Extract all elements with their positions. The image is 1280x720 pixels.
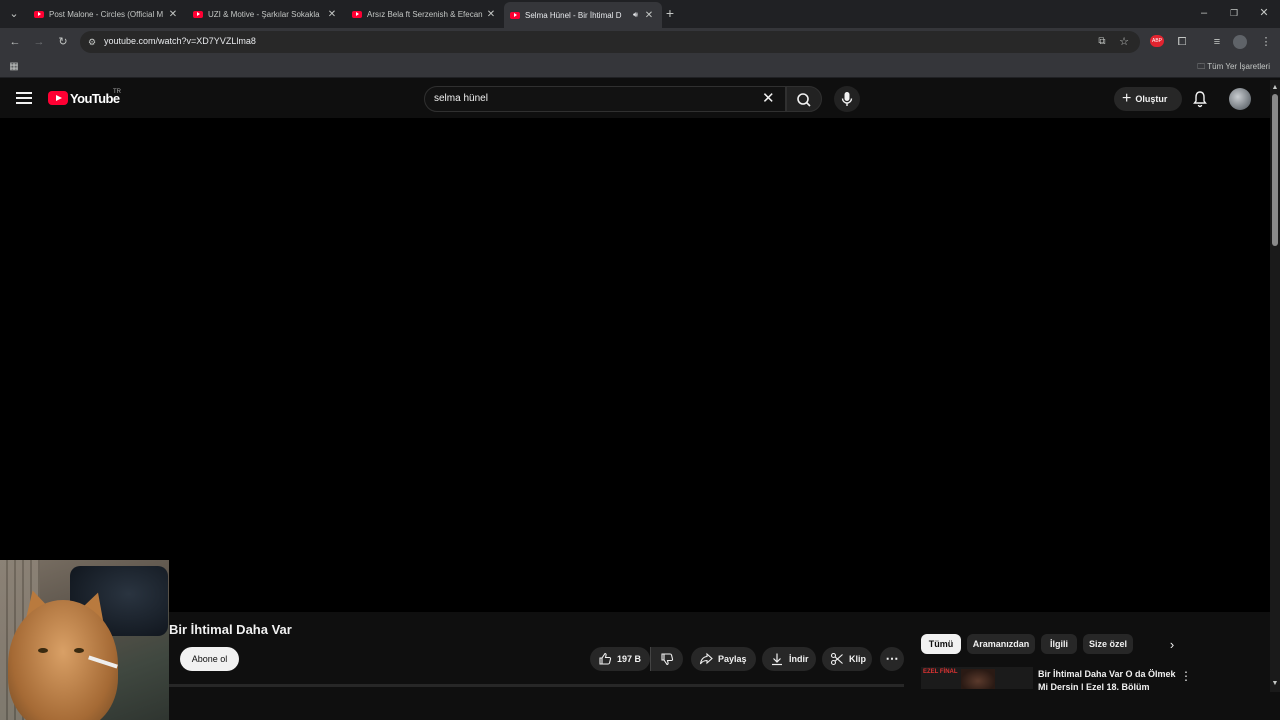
close-tab-icon[interactable]: ✕ — [166, 9, 180, 20]
back-icon[interactable]: ← — [7, 34, 23, 50]
chip-for-you[interactable]: Size özel — [1083, 634, 1133, 654]
video-title: Bir İhtimal Daha Var — [169, 622, 292, 637]
download-button[interactable]: İndir — [762, 647, 816, 671]
tab-search-icon[interactable]: ⌄ — [6, 6, 22, 22]
bookmark-star-icon[interactable]: ☆ — [1116, 34, 1132, 50]
microphone-icon — [841, 92, 853, 106]
plus-icon: + — [1122, 90, 1132, 107]
recommended-video-menu-icon[interactable]: ⋮ — [1180, 669, 1192, 683]
create-button[interactable]: + Oluştur — [1114, 87, 1182, 111]
dislike-button[interactable] — [650, 647, 683, 671]
search-button[interactable] — [786, 86, 822, 112]
create-label: Oluştur — [1135, 94, 1168, 104]
clip-button[interactable]: Klip — [822, 647, 872, 671]
voice-search-button[interactable] — [834, 86, 860, 112]
site-info-icon[interactable]: ⚙︎ — [84, 34, 100, 50]
all-bookmarks-label: Tüm Yer İşaretleri — [1207, 62, 1270, 71]
share-arrow-icon — [699, 652, 713, 665]
subscribe-button[interactable]: Abone ol — [180, 647, 239, 671]
close-tab-icon[interactable]: ✕ — [642, 10, 656, 21]
scrollbar-thumb[interactable] — [1272, 94, 1278, 246]
search-icon — [797, 93, 811, 107]
tab-title: UZI & Motive - Şarkılar Sokakla — [208, 9, 320, 19]
thumbs-down-icon — [661, 653, 674, 666]
like-count: 197 B — [617, 654, 642, 664]
bookmarks-bar — [0, 56, 1280, 78]
youtube-favicon-icon — [352, 10, 362, 18]
tab-title: Post Malone - Circles (Official M — [49, 9, 164, 19]
scroll-up-arrow-icon[interactable]: ▲ — [1270, 80, 1280, 96]
more-actions-icon[interactable]: ⋯ — [880, 647, 904, 671]
extensions-icon[interactable]: ⧠ — [1174, 34, 1190, 50]
miniplayer-image[interactable] — [0, 560, 169, 720]
close-window-icon[interactable]: ✕ — [1256, 5, 1272, 21]
youtube-favicon-icon — [34, 10, 44, 18]
close-tab-icon[interactable]: ✕ — [325, 9, 339, 20]
folder-icon: 🗀︎ — [1197, 62, 1206, 71]
account-avatar[interactable] — [1229, 88, 1251, 110]
like-button[interactable]: 197 B — [590, 647, 650, 671]
video-player[interactable] — [0, 118, 1270, 612]
clip-label: Klip — [849, 654, 866, 664]
chip-related[interactable]: İlgili — [1041, 634, 1077, 654]
notifications-bell-icon[interactable] — [1192, 90, 1208, 108]
thumbnail-tag: EZEL FİNAL — [923, 669, 958, 675]
new-tab-icon[interactable]: + — [662, 5, 678, 21]
youtube-favicon-icon — [193, 10, 203, 18]
all-bookmarks[interactable]: 🗀︎ Tüm Yer İşaretleri — [1197, 61, 1270, 75]
thumbs-up-icon — [599, 652, 612, 665]
adblock-extension-icon[interactable]: ABP — [1150, 35, 1164, 47]
share-button[interactable]: Paylaş — [691, 647, 756, 671]
tab-title: Arsız Bela ft Serzenish & Efecan — [367, 9, 483, 19]
download-label: İndir — [789, 654, 809, 664]
search-query-text[interactable]: selma hünel — [434, 93, 488, 104]
browser-tab-3[interactable]: Arsız Bela ft Serzenish & Efecan ✕ — [346, 4, 504, 24]
download-icon — [772, 653, 782, 666]
close-tab-icon[interactable]: ✕ — [484, 9, 498, 20]
youtube-favicon-icon — [510, 11, 520, 19]
hamburger-menu-icon[interactable] — [16, 92, 32, 106]
browser-menu-icon[interactable]: ⋮ — [1258, 34, 1274, 50]
reload-icon[interactable]: ↻ — [55, 34, 71, 50]
browser-tab-strip: ⌄ Post Malone - Circles (Official M ✕ UZ… — [0, 0, 1280, 28]
clear-search-icon[interactable]: ✕ — [762, 89, 775, 107]
tab-title: Selma Hünel - Bir İhtimal D — [525, 10, 622, 20]
recommended-video-title[interactable]: Bir İhtimal Daha Var O da Ölmek Mi Dersi… — [1038, 668, 1178, 690]
media-controls-icon[interactable]: ≡ — [1209, 34, 1225, 50]
chip-from-search[interactable]: Aramanızdan — [967, 634, 1035, 654]
install-app-icon[interactable]: ⧉ — [1094, 34, 1110, 50]
description-box-edge — [169, 684, 904, 687]
profile-icon[interactable] — [1233, 35, 1247, 49]
browser-tab-active[interactable]: Selma Hünel - Bir İhtimal D 🔊︎ ✕ — [504, 2, 662, 28]
browser-tab-1[interactable]: Post Malone - Circles (Official M ✕ — [28, 4, 186, 24]
scissors-icon — [830, 652, 843, 666]
country-code: TR — [113, 89, 121, 95]
scroll-down-arrow-icon[interactable]: ▼ — [1270, 676, 1280, 692]
url-text[interactable]: youtube.com/watch?v=XD7YVZLlma8 — [104, 36, 256, 46]
restore-window-icon[interactable]: ❐ — [1226, 5, 1242, 21]
speaker-icon[interactable]: 🔊︎ — [633, 10, 638, 20]
browser-tab-2[interactable]: UZI & Motive - Şarkılar Sokakla ✕ — [187, 4, 345, 24]
chips-next-chevron-icon[interactable]: › — [1164, 637, 1180, 653]
chip-all[interactable]: Tümü — [921, 634, 961, 654]
apps-grid-icon[interactable]: ▦ — [6, 59, 22, 75]
minimize-window-icon[interactable]: – — [1196, 5, 1212, 21]
forward-icon[interactable]: → — [31, 34, 47, 50]
youtube-logo-icon[interactable] — [48, 91, 68, 105]
share-label: Paylaş — [718, 654, 747, 664]
recommended-video-thumbnail[interactable]: EZEL FİNAL — [921, 667, 1033, 689]
